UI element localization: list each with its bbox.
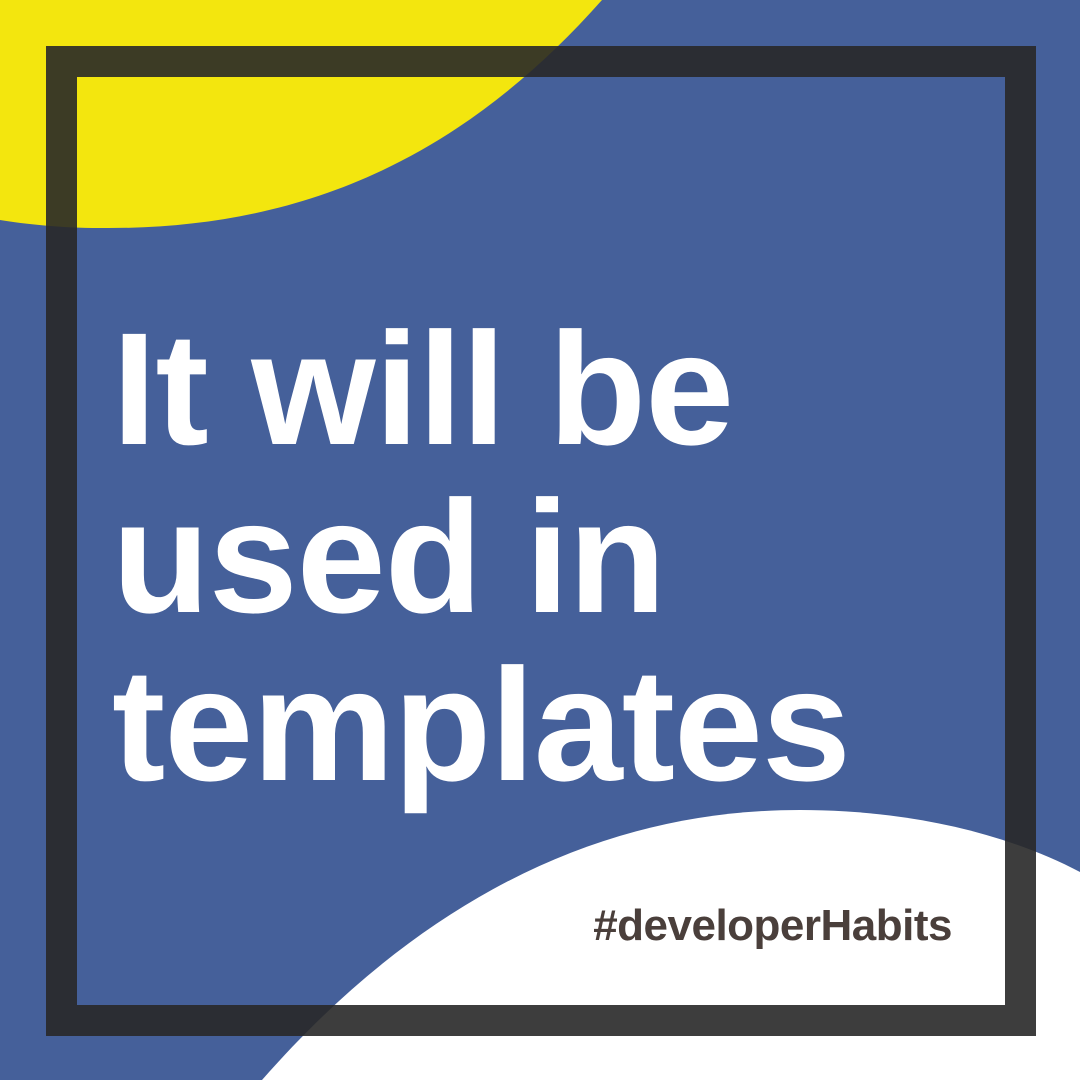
- headline-line-1: It will be: [112, 299, 734, 478]
- headline: It will be used in templates: [112, 299, 851, 814]
- headline-line-3: templates: [112, 635, 851, 814]
- headline-line-2: used in: [112, 467, 666, 646]
- hashtag-label: #developerHabits: [593, 901, 952, 950]
